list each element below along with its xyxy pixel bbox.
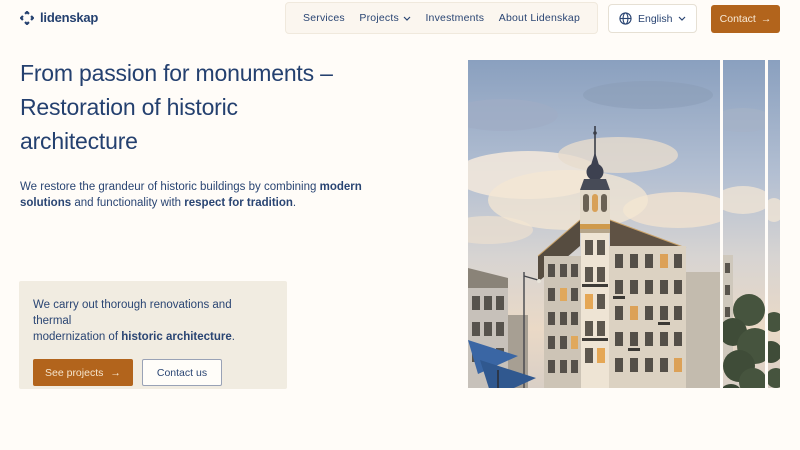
tree-photo-illustration: [768, 60, 780, 388]
main-navigation: Services Projects Investments About Lide…: [285, 2, 598, 34]
see-projects-button[interactable]: See projects →: [33, 359, 133, 386]
building-photo-illustration: [468, 60, 720, 388]
renovation-info-card: We carry out thorough renovations and th…: [19, 281, 287, 389]
hero-intro-text: We restore the grandeur of historic buil…: [20, 179, 380, 211]
nav-item-projects[interactable]: Projects: [359, 12, 411, 24]
language-label: English: [638, 13, 672, 25]
nav-item-about[interactable]: About Lidenskap: [499, 12, 580, 24]
chevron-down-icon: [678, 16, 686, 21]
hero-photo-main: [468, 60, 720, 388]
contact-button[interactable]: Contact →: [711, 5, 780, 33]
arrow-right-icon: →: [761, 13, 772, 25]
hero-photo-next-slide-2: [768, 60, 780, 388]
globe-icon: [619, 12, 632, 25]
hero-photo-next-slide: [723, 60, 765, 388]
language-selector[interactable]: English: [608, 4, 697, 33]
contact-us-button[interactable]: Contact us: [142, 359, 222, 386]
nav-item-investments[interactable]: Investments: [425, 12, 484, 24]
brand-logo[interactable]: lidenskap: [20, 10, 98, 25]
chevron-down-icon: [403, 16, 411, 21]
tree-photo-illustration: [723, 60, 765, 388]
card-text: We carry out thorough renovations and th…: [33, 297, 273, 345]
nav-item-services[interactable]: Services: [303, 12, 345, 24]
brand-name: lidenskap: [40, 10, 98, 25]
lidenskap-logo-icon: [20, 11, 34, 25]
page-title: From passion for monuments – Restoration…: [20, 56, 333, 158]
arrow-right-icon: →: [110, 367, 121, 379]
